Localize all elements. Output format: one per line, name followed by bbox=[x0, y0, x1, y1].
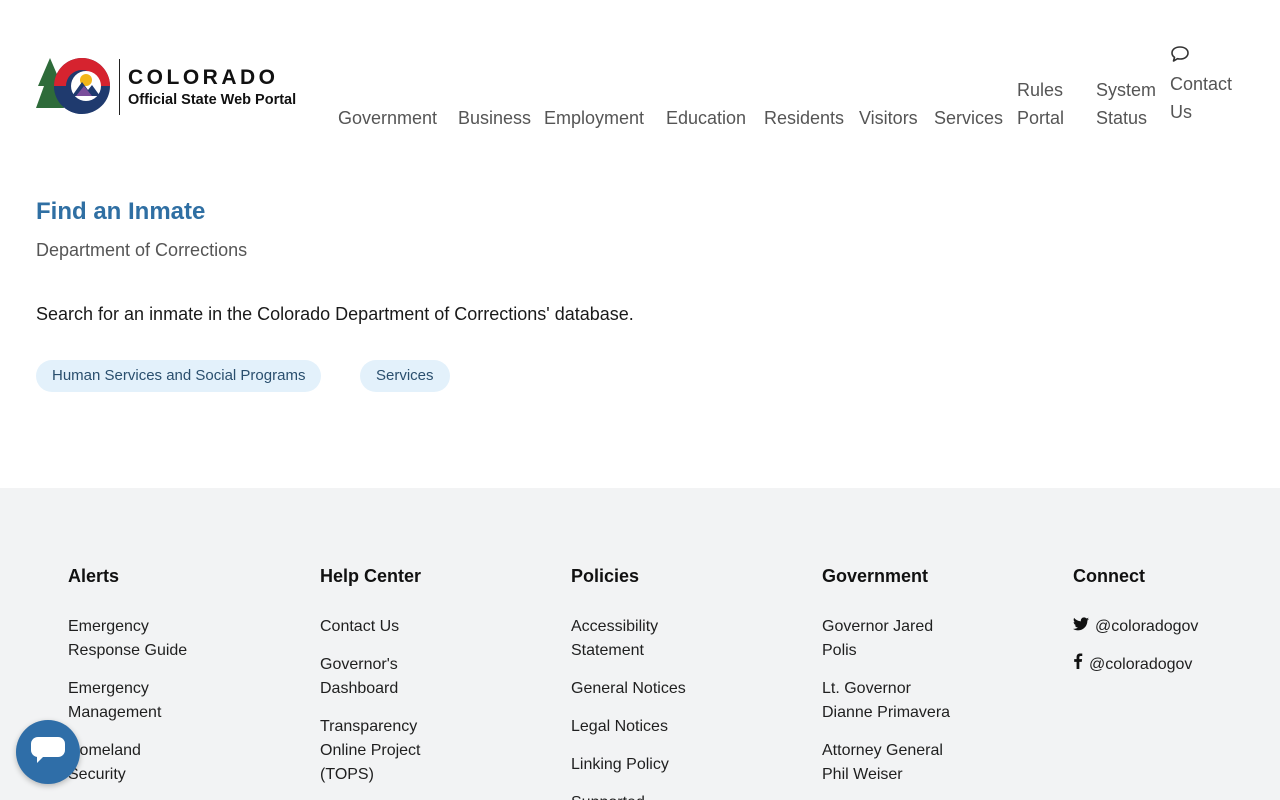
facebook-icon bbox=[1073, 653, 1083, 677]
link-line: Dashboard bbox=[320, 680, 399, 697]
nav-system-status-line2: Status bbox=[1096, 108, 1148, 128]
site-footer: Alerts Emergency Response Guide Emergenc… bbox=[0, 488, 1280, 800]
footer-link-general-notices[interactable]: General Notices bbox=[571, 677, 771, 701]
chat-button[interactable] bbox=[16, 720, 80, 784]
chat-bubble-icon bbox=[31, 736, 65, 768]
footer-heading-connect: Connect bbox=[1073, 566, 1145, 586]
nav-contact-us-line2: Us bbox=[1170, 102, 1192, 122]
link-line: Transparency bbox=[320, 718, 418, 735]
link-line: Legal Notices bbox=[571, 718, 668, 735]
footer-link-homeland-security[interactable]: Homeland Security bbox=[68, 739, 268, 787]
footer-col-help-center: Help Center Contact Us Governor's Dashbo… bbox=[320, 564, 520, 800]
twitter-icon bbox=[1073, 615, 1089, 639]
tag-human-services[interactable]: Human Services and Social Programs bbox=[36, 360, 322, 392]
link-line: Homeland bbox=[68, 742, 141, 759]
link-line: Dianne Primavera bbox=[822, 704, 951, 721]
link-line: Contact Us bbox=[320, 618, 400, 635]
footer-heading-help-center: Help Center bbox=[320, 566, 422, 586]
link-line: Polis bbox=[822, 642, 857, 659]
link-line: Response Guide bbox=[68, 642, 188, 659]
link-line: Online Project bbox=[320, 742, 421, 759]
colorado-logo[interactable]: COLORADO Official State Web Portal bbox=[36, 56, 316, 118]
footer-link-supported[interactable]: Supported bbox=[571, 791, 771, 800]
footer-heading-government: Government bbox=[822, 566, 929, 586]
nav-government[interactable]: Government bbox=[338, 104, 437, 132]
footer-heading-alerts: Alerts bbox=[68, 566, 120, 586]
nav-rules-portal[interactable]: Rules Portal bbox=[1017, 76, 1064, 132]
link-line: Emergency bbox=[68, 680, 149, 697]
footer-col-government: Government Governor Jared Polis Lt. Gove… bbox=[822, 564, 1022, 800]
page-title: Find an Inmate bbox=[36, 198, 206, 225]
link-line: Statement bbox=[571, 642, 644, 659]
logo-subtitle: Official State Web Portal bbox=[128, 92, 297, 108]
link-line: Attorney General bbox=[822, 742, 943, 759]
link-line: Management bbox=[68, 704, 162, 721]
link-line: General Notices bbox=[571, 680, 686, 697]
link-line: Security bbox=[68, 766, 126, 783]
nav-education[interactable]: Education bbox=[666, 104, 746, 132]
link-line: Governor's bbox=[320, 656, 398, 673]
footer-col-alerts: Alerts Emergency Response Guide Emergenc… bbox=[68, 564, 268, 800]
link-line: Supported bbox=[571, 791, 771, 800]
colorado-logo-icon bbox=[36, 56, 112, 118]
footer-link-emergency-response-guide[interactable]: Emergency Response Guide bbox=[68, 615, 268, 663]
link-line: Linking Policy bbox=[571, 756, 669, 773]
link-line: Phil Weiser bbox=[822, 766, 903, 783]
link-line: Emergency bbox=[68, 618, 149, 635]
footer-link-lt-governor[interactable]: Lt. Governor Dianne Primavera bbox=[822, 677, 1022, 725]
footer-link-governor[interactable]: Governor Jared Polis bbox=[822, 615, 1022, 663]
page-subtitle: Department of Corrections bbox=[36, 240, 248, 260]
nav-employment[interactable]: Employment bbox=[544, 104, 644, 132]
tag-services[interactable]: Services bbox=[360, 360, 450, 392]
nav-business[interactable]: Business bbox=[458, 104, 531, 132]
footer-col-connect: Connect @coloradogov @coloradogov bbox=[1073, 564, 1263, 691]
chat-icon bbox=[1170, 44, 1232, 70]
page-description: Search for an inmate in the Colorado Dep… bbox=[36, 304, 634, 324]
twitter-handle: @coloradogov bbox=[1095, 618, 1199, 635]
nav-contact-us-line1: Contact bbox=[1170, 74, 1233, 94]
link-line: Accessibility bbox=[571, 618, 659, 635]
footer-heading-policies: Policies bbox=[571, 566, 640, 586]
logo-text: COLORADO Official State Web Portal bbox=[128, 65, 296, 109]
footer-link-emergency-management[interactable]: Emergency Management bbox=[68, 677, 268, 725]
nav-visitors[interactable]: Visitors bbox=[859, 104, 918, 132]
footer-link-facebook[interactable]: @coloradogov bbox=[1073, 653, 1263, 677]
nav-rules-portal-line1: Rules bbox=[1017, 80, 1064, 100]
nav-residents[interactable]: Residents bbox=[764, 104, 844, 132]
nav-contact-us[interactable]: Contact Us bbox=[1170, 44, 1232, 126]
footer-link-tops[interactable]: Transparency Online Project (TOPS) bbox=[320, 715, 520, 787]
footer-link-legal-notices[interactable]: Legal Notices bbox=[571, 715, 771, 739]
footer-link-linking-policy[interactable]: Linking Policy bbox=[571, 753, 771, 777]
nav-system-status-line1: System bbox=[1096, 80, 1157, 100]
footer-link-accessibility-statement[interactable]: Accessibility Statement bbox=[571, 615, 771, 663]
nav-rules-portal-line2: Portal bbox=[1017, 108, 1065, 128]
footer-col-policies: Policies Accessibility Statement General… bbox=[571, 564, 771, 800]
footer-link-attorney-general[interactable]: Attorney General Phil Weiser bbox=[822, 739, 1022, 787]
facebook-handle: @coloradogov bbox=[1089, 656, 1193, 673]
nav-system-status[interactable]: System Status bbox=[1096, 76, 1156, 132]
nav-services[interactable]: Services bbox=[934, 104, 1003, 132]
link-line: Governor Jared bbox=[822, 618, 934, 635]
footer-link-governors-dashboard[interactable]: Governor's Dashboard bbox=[320, 653, 520, 701]
footer-link-twitter[interactable]: @coloradogov bbox=[1073, 615, 1263, 639]
footer-link-contact-us[interactable]: Contact Us bbox=[320, 615, 520, 639]
link-line: Lt. Governor bbox=[822, 680, 911, 697]
site-header: COLORADO Official State Web Portal Gover… bbox=[0, 0, 1280, 160]
logo-title: COLORADO bbox=[128, 66, 279, 89]
link-line: (TOPS) bbox=[320, 766, 374, 783]
logo-divider bbox=[119, 59, 120, 115]
